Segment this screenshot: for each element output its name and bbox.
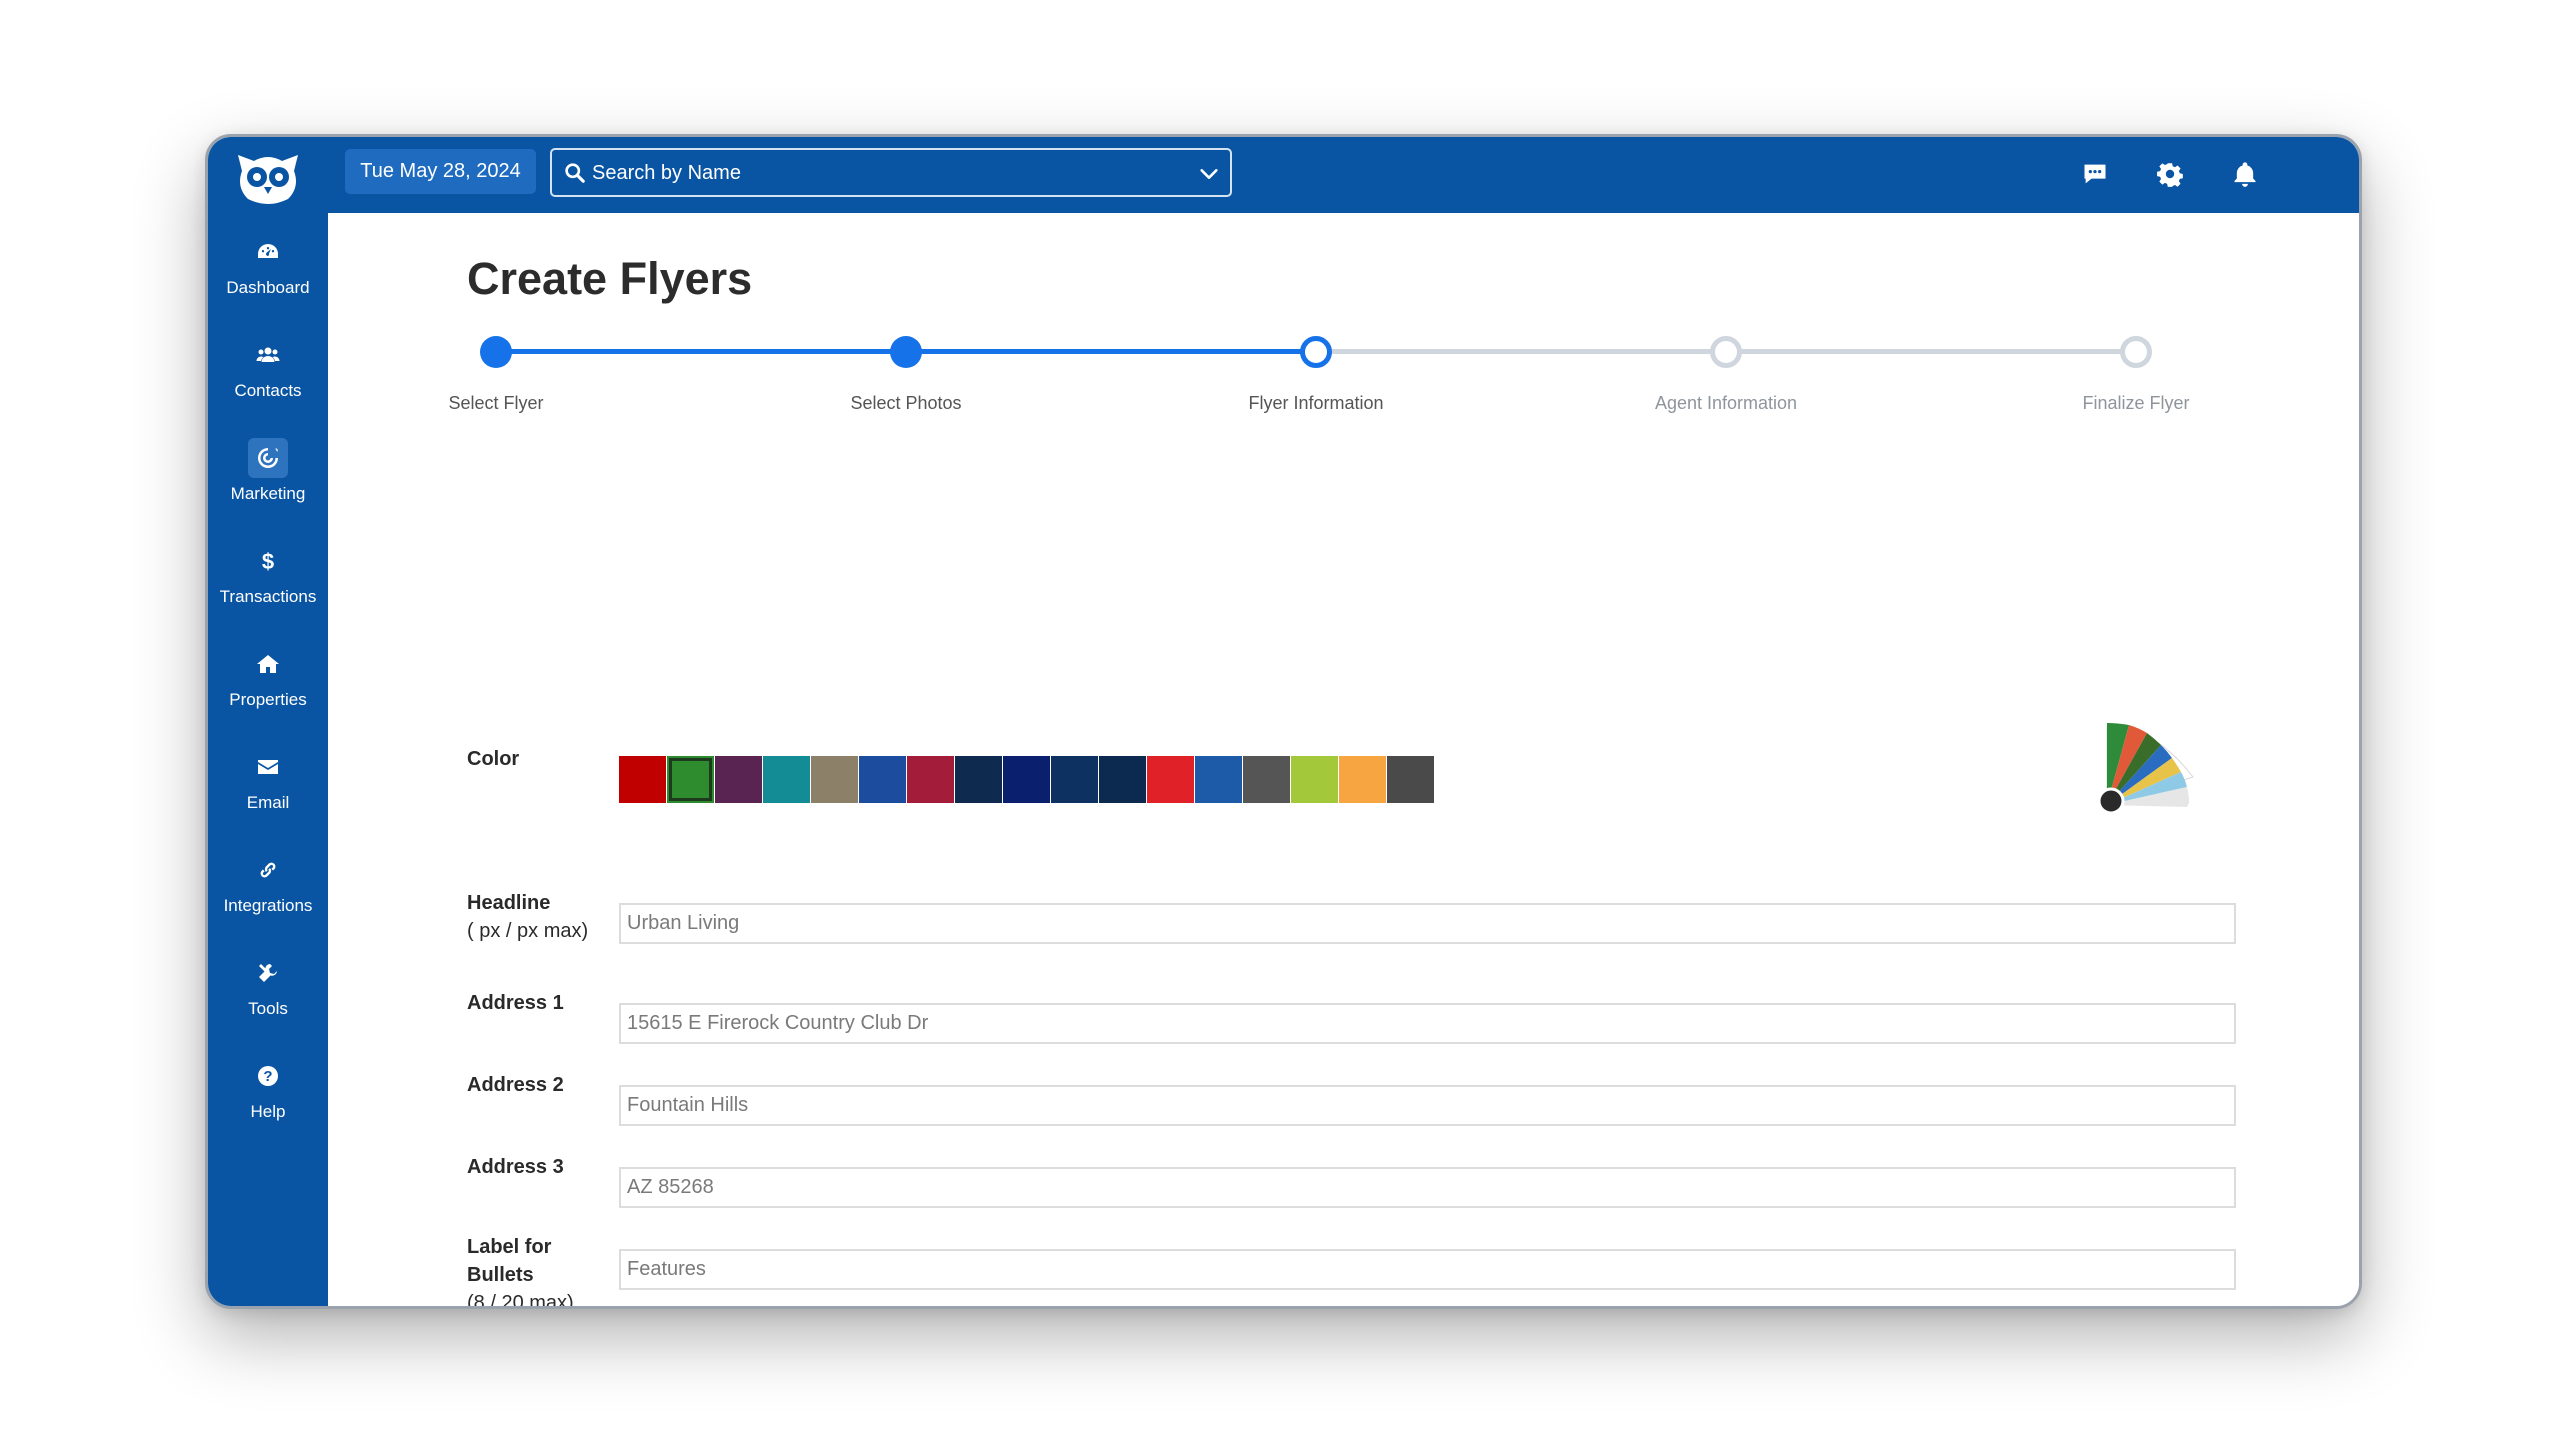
dollar-icon: $	[248, 541, 288, 581]
tools-icon	[248, 953, 288, 993]
color-swatch[interactable]	[859, 756, 906, 803]
sidebar-item-marketing[interactable]: Marketing	[208, 438, 328, 534]
color-swatch[interactable]	[619, 756, 666, 803]
stepper-line-done	[496, 349, 906, 354]
top-bar: Tue May 28, 2024 Search by Name	[328, 137, 2359, 213]
envelope-icon	[248, 747, 288, 787]
color-swatch[interactable]	[1051, 756, 1098, 803]
sidebar-item-email[interactable]: Email	[208, 747, 328, 843]
color-swatch[interactable]	[1387, 756, 1434, 803]
color-swatch[interactable]	[667, 756, 714, 803]
address3-label: Address 3	[467, 1156, 564, 1178]
color-swatch[interactable]	[1291, 756, 1338, 803]
color-swatch[interactable]	[811, 756, 858, 803]
sidebar-item-contacts[interactable]: Contacts	[208, 335, 328, 431]
step-label-agent-information: Agent Information	[1654, 393, 1798, 413]
headline-limit-text: ( px / px max)	[467, 920, 589, 942]
stepper-line-todo	[1726, 349, 2136, 354]
app-window: Dashboard Contacts Marketing $ Transacti…	[205, 134, 2362, 1309]
link-icon	[248, 850, 288, 890]
sidebar-item-label: Marketing	[230, 484, 306, 503]
sidebar-item-properties[interactable]: Properties	[208, 644, 328, 740]
color-swatch[interactable]	[763, 756, 810, 803]
step-label-finalize-flyer: Finalize Flyer	[2082, 393, 2190, 413]
date-button[interactable]: Tue May 28, 2024	[345, 149, 536, 194]
svg-text:?: ?	[263, 1068, 272, 1085]
bullets-label: Label for Bullets (8 / 20 max)	[467, 1233, 607, 1309]
step-dot-agent-information[interactable]	[1710, 336, 1742, 368]
question-icon: ?	[248, 1056, 288, 1096]
step-dot-select-flyer[interactable]	[480, 336, 512, 368]
color-swatch[interactable]	[1099, 756, 1146, 803]
sidebar-item-tools[interactable]: Tools	[208, 953, 328, 1049]
step-label-flyer-information: Flyer Information	[1248, 393, 1384, 413]
sidebar-item-label: Integrations	[223, 896, 313, 915]
address1-label: Address 1	[467, 992, 564, 1014]
sidebar-item-transactions[interactable]: $ Transactions	[208, 541, 328, 637]
gear-icon[interactable]	[2153, 157, 2187, 191]
stepper-line-done	[906, 349, 1316, 354]
stepper-line-todo	[1316, 349, 1726, 354]
sidebar-item-help[interactable]: ? Help	[208, 1056, 328, 1152]
search-input[interactable]: Search by Name	[550, 148, 1232, 197]
color-swatch[interactable]	[1003, 756, 1050, 803]
sidebar-item-label: Properties	[229, 690, 307, 709]
headline-label: Headline ( px / px max)	[467, 889, 588, 945]
headline-label-text: Headline	[467, 892, 551, 914]
address2-label: Address 2	[467, 1074, 564, 1096]
color-swatch[interactable]	[955, 756, 1002, 803]
headline-input[interactable]	[619, 903, 2236, 944]
sidebar: Dashboard Contacts Marketing $ Transacti…	[208, 137, 328, 1306]
step-label-select-photos: Select Photos	[850, 393, 962, 413]
color-swatch[interactable]	[1195, 756, 1242, 803]
color-swatch[interactable]	[715, 756, 762, 803]
home-icon	[248, 644, 288, 684]
sidebar-item-label: Tools	[248, 999, 288, 1018]
bell-icon[interactable]	[2228, 157, 2262, 191]
color-swatch[interactable]	[1243, 756, 1290, 803]
bullets-limit-text: (8 / 20 max)	[467, 1292, 574, 1309]
bullets-label-text: Label for Bullets	[467, 1236, 552, 1286]
chevron-down-icon[interactable]	[1198, 163, 1220, 185]
step-dot-select-photos[interactable]	[890, 336, 922, 368]
color-swatch[interactable]	[907, 756, 954, 803]
chat-icon[interactable]	[2078, 157, 2112, 191]
dashboard-icon	[248, 232, 288, 272]
address1-input[interactable]	[619, 1003, 2236, 1044]
color-swatch-row	[619, 756, 1435, 803]
users-icon	[248, 335, 288, 375]
main-content: Create Flyers Select Flyer Select Photos…	[328, 213, 2359, 1306]
search-icon	[565, 163, 585, 183]
sidebar-item-label: Contacts	[234, 381, 302, 400]
sidebar-item-label: Dashboard	[226, 278, 310, 297]
owl-logo-icon[interactable]	[230, 147, 306, 207]
progress-stepper: Select Flyer Select Photos Flyer Informa…	[328, 213, 2359, 433]
color-palette-icon[interactable]	[2095, 715, 2205, 820]
step-dot-flyer-information[interactable]	[1300, 336, 1332, 368]
color-swatch[interactable]	[1147, 756, 1194, 803]
sidebar-item-label: Email	[246, 793, 290, 812]
sidebar-item-integrations[interactable]: Integrations	[208, 850, 328, 946]
target-icon	[248, 438, 288, 478]
svg-text:$: $	[262, 549, 274, 573]
address2-input[interactable]	[619, 1085, 2236, 1126]
color-label: Color	[467, 748, 520, 770]
address3-input[interactable]	[619, 1167, 2236, 1208]
sidebar-item-label: Transactions	[219, 587, 317, 606]
bullets-label-input[interactable]	[619, 1249, 2236, 1290]
sidebar-item-dashboard[interactable]: Dashboard	[208, 232, 328, 328]
search-placeholder: Search by Name	[592, 162, 741, 184]
sidebar-item-label: Help	[250, 1102, 286, 1121]
color-swatch[interactable]	[1339, 756, 1386, 803]
step-dot-finalize-flyer[interactable]	[2120, 336, 2152, 368]
step-label-select-flyer: Select Flyer	[448, 393, 544, 413]
